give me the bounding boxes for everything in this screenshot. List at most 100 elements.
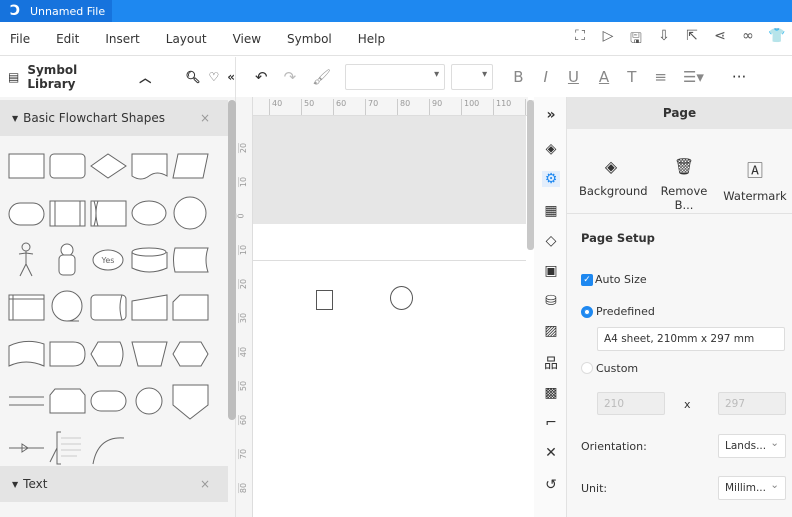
save-icon[interactable]: 🖫 (628, 28, 644, 52)
presentation-icon[interactable]: ▣ (542, 263, 560, 279)
underline-icon[interactable]: U (568, 68, 579, 86)
shape-connector[interactable] (129, 381, 170, 421)
file-tab[interactable]: Ↄ Unnamed File (0, 0, 112, 22)
shape-off-page[interactable] (170, 381, 211, 421)
height-input[interactable]: 297 (718, 392, 786, 415)
shape-rounded-rect[interactable] (47, 146, 88, 186)
shape-process[interactable] (6, 146, 47, 186)
library-scrollbar[interactable] (228, 100, 236, 420)
ruler-tick-label: 0 (235, 213, 246, 219)
canvas-rectangle-shape[interactable] (316, 290, 333, 310)
menu-edit[interactable]: Edit (46, 32, 91, 46)
menu-help[interactable]: Help (348, 32, 397, 46)
download-icon[interactable]: ⇩ (656, 28, 672, 52)
more-icon[interactable]: ··· (732, 68, 746, 86)
shirt-icon[interactable]: 👕 (768, 28, 785, 52)
shape-direct-data[interactable] (88, 287, 129, 327)
shape-tape[interactable] (170, 240, 211, 280)
shape-parallel-lines[interactable] (6, 381, 47, 421)
italic-icon[interactable]: I (544, 68, 548, 86)
shape-terminator[interactable] (6, 193, 47, 233)
connector-icon[interactable]: ⌐ (542, 415, 560, 431)
heart-icon[interactable]: ♡ (208, 70, 219, 84)
line-spacing-icon[interactable]: ☰▾ (683, 68, 704, 86)
collapse-icon[interactable]: ︿ (139, 69, 151, 86)
shape-sequential-data[interactable] (47, 287, 88, 327)
shape-card[interactable] (170, 287, 211, 327)
menu-layout[interactable]: Layout (156, 32, 219, 46)
shape-data[interactable] (170, 146, 211, 186)
format-painter-icon[interactable]: 🖌︎ (312, 68, 331, 86)
canvas-scrollbar[interactable] (527, 100, 534, 250)
width-input[interactable]: 210 (597, 392, 665, 415)
shape-circle[interactable] (170, 193, 211, 233)
unit-select[interactable]: Millim... (718, 476, 786, 500)
fit-screen-icon[interactable]: ⛶ (572, 28, 588, 52)
play-icon[interactable]: ▷ (600, 28, 616, 52)
shape-delay[interactable] (47, 334, 88, 374)
search-icon[interactable]: 🔍︎ (185, 70, 200, 84)
shape-manual-input[interactable] (129, 287, 170, 327)
shape-yes-label[interactable]: Yes (88, 240, 129, 280)
binoculars-icon[interactable]: ∞ (740, 28, 756, 52)
shape-loop-limit[interactable] (47, 381, 88, 421)
shape-predefined-process[interactable] (47, 193, 88, 233)
undo-icon[interactable]: ↶ (255, 68, 268, 86)
auto-size-checkbox[interactable]: ✓ (581, 274, 593, 286)
menu-view[interactable]: View (223, 32, 273, 46)
menu-file[interactable]: File (0, 32, 42, 46)
section-text[interactable]: ▼ Text × (0, 466, 228, 502)
image-icon[interactable]: ▨ (542, 323, 560, 339)
title-bar (0, 0, 792, 22)
fill-icon[interactable]: ◈ (542, 141, 560, 157)
redo-icon[interactable]: ↷ (284, 68, 297, 86)
shape-punched-tape[interactable] (6, 334, 47, 374)
text-style-icon[interactable]: T (627, 68, 636, 86)
menu-insert[interactable]: Insert (95, 32, 151, 46)
bold-icon[interactable]: B (513, 68, 523, 86)
menu-symbol[interactable]: Symbol (277, 32, 344, 46)
shape-annotation[interactable] (47, 428, 88, 468)
shape-manual-operation[interactable] (129, 334, 170, 374)
database-icon[interactable]: ⛁ (542, 293, 560, 309)
shape-stored-data[interactable] (88, 193, 129, 233)
shape-decision[interactable] (88, 146, 129, 186)
predefined-radio[interactable] (581, 306, 593, 318)
paper-size-select[interactable]: A4 sheet, 210mm x 297 mm (597, 327, 785, 351)
grid-icon[interactable]: ▦ (542, 203, 560, 219)
share-icon[interactable]: ⋖ (712, 28, 728, 52)
watermark-button[interactable]: 🄰 Watermark (723, 157, 787, 203)
shape-actor[interactable] (6, 240, 47, 280)
layers-icon[interactable]: ◇ (542, 233, 560, 249)
shape-preparation[interactable] (170, 334, 211, 374)
export-icon[interactable]: ⇱ (684, 28, 700, 52)
custom-radio[interactable] (581, 362, 593, 374)
font-family-select[interactable] (345, 64, 446, 90)
shape-document[interactable] (129, 146, 170, 186)
shape-arrow-line[interactable] (6, 428, 47, 468)
close-icon[interactable]: × (200, 477, 210, 491)
expand-panel-icon[interactable]: » (542, 107, 560, 123)
close-icon[interactable]: × (200, 111, 210, 125)
font-color-icon[interactable]: A (599, 68, 609, 86)
shape-ellipse[interactable] (129, 193, 170, 233)
shape-internal-storage[interactable] (6, 287, 47, 327)
collapse-panel-icon[interactable]: « (227, 70, 235, 84)
network-icon[interactable]: ✕ (542, 445, 560, 461)
section-basic-flowchart[interactable]: ▼ Basic Flowchart Shapes × (0, 100, 228, 136)
font-size-select[interactable] (451, 64, 494, 90)
shape-display[interactable] (88, 334, 129, 374)
remove-background-button[interactable]: 🗑︎ Remove B... (650, 157, 718, 212)
shape-cylinder[interactable] (129, 240, 170, 280)
org-chart-icon[interactable]: 品 (542, 353, 560, 373)
shape-rounded-terminator[interactable] (88, 381, 129, 421)
page-settings-icon[interactable]: ⚙ (542, 171, 560, 187)
canvas-circle-shape[interactable] (390, 286, 413, 310)
shape-arc[interactable] (88, 428, 129, 468)
shape-replace-icon[interactable]: ▩ (542, 385, 560, 401)
history-icon[interactable]: ↺ (542, 477, 560, 493)
orientation-select[interactable]: Lands... (718, 434, 786, 458)
align-icon[interactable]: ≡ (654, 68, 667, 86)
background-button[interactable]: ◈ Background (579, 157, 648, 198)
shape-user[interactable] (47, 240, 88, 280)
